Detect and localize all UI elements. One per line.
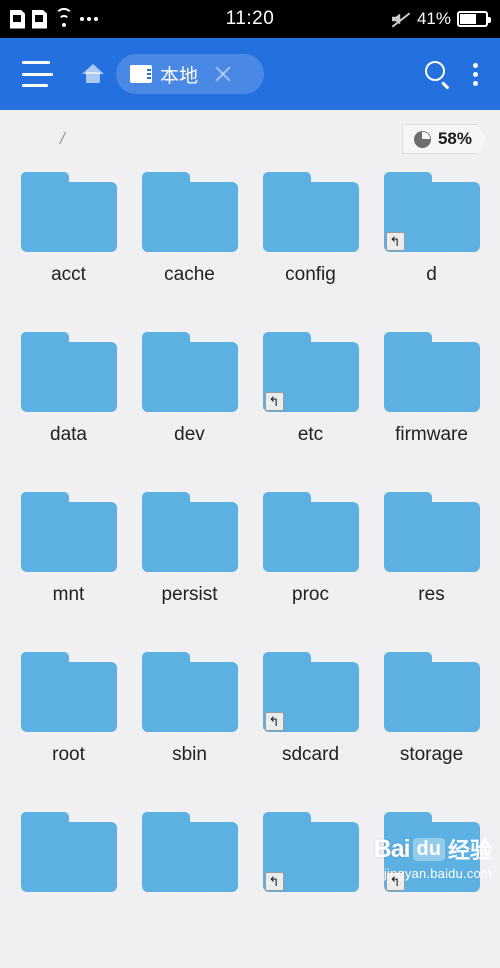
file-item-label: acct xyxy=(51,264,86,285)
file-item[interactable]: dev xyxy=(129,328,250,488)
file-item[interactable]: cache xyxy=(129,168,250,328)
folder-icon: ↰ xyxy=(262,332,359,412)
status-bar-right-icons: 41% xyxy=(391,0,491,38)
file-item[interactable] xyxy=(8,808,129,968)
symlink-badge-icon: ↰ xyxy=(264,712,284,731)
home-icon[interactable] xyxy=(82,64,104,84)
file-item[interactable]: proc xyxy=(250,488,371,648)
breadcrumb-bar: / 58% xyxy=(0,110,500,168)
file-item[interactable]: storage xyxy=(371,648,492,808)
file-item-label: firmware xyxy=(395,424,468,445)
file-item[interactable]: root xyxy=(8,648,129,808)
file-item-label: mnt xyxy=(52,584,85,605)
pie-chart-icon xyxy=(414,131,431,148)
folder-icon: ↰ xyxy=(383,172,480,252)
search-icon[interactable] xyxy=(425,61,451,89)
file-item[interactable]: ↰ xyxy=(250,808,371,968)
folder-icon: ↰ xyxy=(383,812,480,892)
file-item[interactable]: ↰ d xyxy=(371,168,492,328)
file-item-label: storage xyxy=(399,744,464,765)
file-item[interactable]: res xyxy=(371,488,492,648)
file-item-label: config xyxy=(285,264,336,285)
file-item[interactable]: ↰ etc xyxy=(250,328,371,488)
folder-icon: ↰ xyxy=(262,652,359,732)
folder-icon: ↰ xyxy=(262,812,359,892)
file-item-label: persist xyxy=(161,584,218,605)
hamburger-menu-icon[interactable] xyxy=(22,61,56,87)
symlink-badge-icon: ↰ xyxy=(385,872,405,891)
tab-local-storage[interactable]: 本地 xyxy=(116,54,264,94)
file-item-label: data xyxy=(50,424,87,445)
folder-icon xyxy=(141,492,238,572)
file-item[interactable]: data xyxy=(8,328,129,488)
file-item[interactable]: firmware xyxy=(371,328,492,488)
app-bar-actions xyxy=(425,61,484,89)
file-item-label: sbin xyxy=(172,744,207,765)
folder-icon xyxy=(141,812,238,892)
file-item-label: res xyxy=(418,584,445,605)
folder-icon xyxy=(20,652,117,732)
file-item-label: sdcard xyxy=(281,744,340,765)
file-item[interactable]: ↰ sdcard xyxy=(250,648,371,808)
close-icon[interactable] xyxy=(212,63,234,85)
file-item-label: root xyxy=(52,744,85,765)
file-item-label: d xyxy=(426,264,437,285)
file-item[interactable] xyxy=(129,808,250,968)
storage-usage-badge[interactable]: 58% xyxy=(402,124,487,154)
file-item-label: etc xyxy=(297,424,324,445)
battery-icon xyxy=(457,11,491,27)
file-item[interactable]: acct xyxy=(8,168,129,328)
symlink-badge-icon: ↰ xyxy=(264,872,284,891)
file-item-label: cache xyxy=(164,264,215,285)
status-bar: 11:20 41% xyxy=(0,0,500,38)
folder-icon xyxy=(262,172,359,252)
breadcrumb-path[interactable]: / xyxy=(60,129,65,149)
battery-percent-label: 41% xyxy=(416,9,451,28)
folder-icon xyxy=(20,172,117,252)
mute-icon xyxy=(391,11,411,28)
file-item[interactable]: sbin xyxy=(129,648,250,808)
file-item[interactable]: persist xyxy=(129,488,250,648)
folder-icon xyxy=(141,172,238,252)
file-grid: acct cache config ↰ d data dev ↰ etc firmware mnt p… xyxy=(0,168,500,968)
file-item[interactable]: config xyxy=(250,168,371,328)
folder-icon xyxy=(383,332,480,412)
symlink-badge-icon: ↰ xyxy=(385,232,405,251)
overflow-menu-icon[interactable] xyxy=(471,61,480,88)
file-item[interactable]: ↰ xyxy=(371,808,492,968)
symlink-badge-icon: ↰ xyxy=(264,392,284,411)
sd-card-icon xyxy=(130,65,152,83)
folder-icon xyxy=(20,492,117,572)
folder-icon xyxy=(383,492,480,572)
folder-icon xyxy=(262,492,359,572)
folder-icon xyxy=(383,652,480,732)
file-item[interactable]: mnt xyxy=(8,488,129,648)
file-item-label: proc xyxy=(292,584,329,605)
storage-usage-percent: 58% xyxy=(437,129,472,148)
app-bar: 本地 xyxy=(0,38,500,110)
folder-icon xyxy=(141,652,238,732)
tab-label: 本地 xyxy=(160,65,199,87)
file-item-label: dev xyxy=(174,424,205,445)
folder-icon xyxy=(141,332,238,412)
folder-icon xyxy=(20,332,117,412)
folder-icon xyxy=(20,812,117,892)
